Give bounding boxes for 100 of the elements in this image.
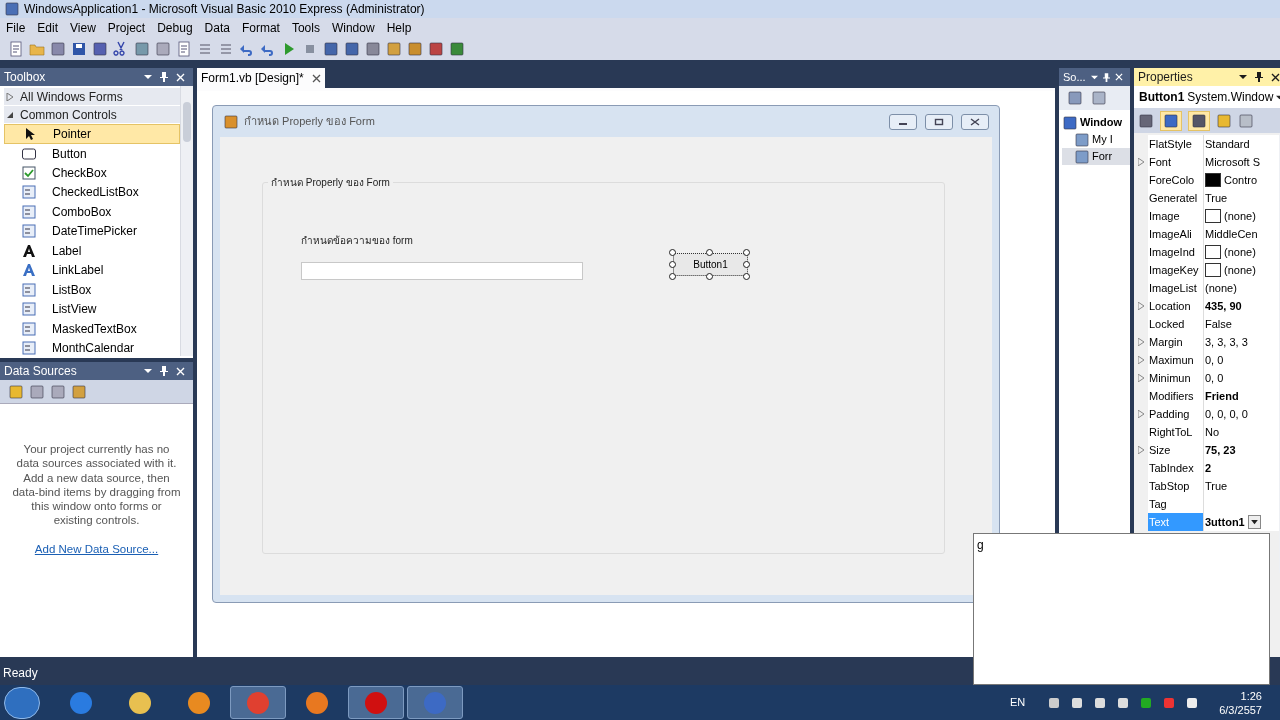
menu-item[interactable]: Tools xyxy=(285,18,326,37)
close-icon[interactable] xyxy=(1271,72,1280,82)
maximize-button[interactable] xyxy=(925,113,953,130)
tray-icon[interactable] xyxy=(1093,695,1108,710)
toolbar-icon[interactable] xyxy=(50,40,66,57)
pin-icon[interactable] xyxy=(160,72,168,82)
control-icon xyxy=(22,282,36,297)
toolbar-icon[interactable] xyxy=(449,40,465,57)
pin-icon[interactable] xyxy=(160,366,168,376)
toolbox-item[interactable]: Button xyxy=(4,143,180,164)
property-value: Microsoft S xyxy=(1205,154,1260,170)
toolbar-icon[interactable] xyxy=(428,40,444,57)
tree-item[interactable]: My I xyxy=(1062,131,1130,148)
property-value: 0, 0 xyxy=(1205,352,1224,368)
checkbox-icon xyxy=(22,166,36,180)
start-button[interactable] xyxy=(4,686,40,719)
tree-item[interactable]: Window xyxy=(1062,114,1130,131)
letter-shape-icon xyxy=(22,243,36,258)
dropdown-icon[interactable] xyxy=(144,73,152,81)
toolbar-icon[interactable] xyxy=(1067,90,1083,106)
property-name: FlatStyle xyxy=(1148,135,1203,153)
close-button[interactable] xyxy=(961,113,989,130)
control-icon xyxy=(22,204,36,219)
property-name: ImageKey xyxy=(1148,261,1203,279)
menu-item[interactable]: View xyxy=(64,18,102,37)
property-value: False xyxy=(1205,316,1232,332)
toolbar-icon[interactable] xyxy=(344,40,360,57)
dropdown-button[interactable] xyxy=(1247,515,1261,529)
property-value: (none) xyxy=(1205,280,1237,296)
toolbar-icon[interactable] xyxy=(323,40,339,57)
expand-icon[interactable] xyxy=(1138,158,1144,166)
resize-handle[interactable] xyxy=(706,249,713,256)
property-name: Font xyxy=(1148,153,1203,171)
toolbox-item[interactable]: MaskedTextBox xyxy=(4,319,180,339)
toolbox-item[interactable]: ListBox xyxy=(4,280,180,300)
expand-icon[interactable] xyxy=(1138,338,1144,346)
add-data-source-link[interactable]: Add New Data Source... xyxy=(34,540,159,559)
menu-item[interactable]: Debug xyxy=(151,18,199,37)
menu-item[interactable]: Help xyxy=(380,18,418,37)
toolbar-icon[interactable] xyxy=(134,40,150,57)
clock[interactable]: 1:26 6/3/2557 xyxy=(1219,688,1262,717)
toolbox-item[interactable]: CheckBox xyxy=(4,163,180,183)
language-indicator[interactable]: EN xyxy=(1009,694,1026,711)
dropdown-icon[interactable] xyxy=(144,367,152,375)
toolbox-item[interactable]: CheckedListBox xyxy=(4,182,180,203)
alphabetical-button[interactable] xyxy=(1160,110,1182,131)
pin-icon[interactable] xyxy=(1102,72,1110,82)
resize-handle[interactable] xyxy=(706,273,713,280)
form-button[interactable]: Button1 xyxy=(673,253,748,276)
toolbox-item[interactable]: MonthCalendar xyxy=(4,338,180,358)
expand-icon[interactable] xyxy=(1138,446,1144,454)
toolbox-item[interactable]: Pointer xyxy=(4,124,180,144)
property-value: True xyxy=(1205,190,1228,206)
toolbar-icon[interactable] xyxy=(92,40,108,57)
dropdown-icon[interactable] xyxy=(1239,73,1248,81)
control-icon xyxy=(22,321,36,336)
property-name: RightToL xyxy=(1148,423,1203,441)
property-value: Standard xyxy=(1205,136,1250,152)
expand-icon[interactable] xyxy=(1138,374,1144,382)
property-value: 3, 3, 3, 3 xyxy=(1205,334,1248,350)
menu-item[interactable]: Format xyxy=(235,18,286,37)
tray-icon[interactable] xyxy=(1185,695,1200,710)
property-value: 75, 23 xyxy=(1205,442,1236,458)
toolbox-item[interactable]: Label xyxy=(4,241,180,261)
toolbar-icon[interactable] xyxy=(365,40,381,57)
menu-item[interactable]: Edit xyxy=(31,18,65,37)
expand-icon[interactable] xyxy=(1138,302,1144,310)
property-name: Locked xyxy=(1148,315,1203,333)
menu-item[interactable]: Window xyxy=(325,18,381,37)
tree-item[interactable]: Forr xyxy=(1062,148,1130,165)
toolbox-group[interactable]: Common Controls xyxy=(4,106,180,124)
scrollbar[interactable] xyxy=(180,86,193,356)
close-icon[interactable] xyxy=(311,73,321,83)
tray-icon[interactable] xyxy=(1047,695,1062,710)
toolbox-item[interactable]: ComboBox xyxy=(4,202,180,222)
toolbox-group[interactable]: All Windows Forms xyxy=(4,88,180,106)
toolbar-icon[interactable] xyxy=(71,40,87,57)
tray-icon[interactable] xyxy=(1070,695,1085,710)
pin-icon[interactable] xyxy=(1255,72,1264,82)
document-tab[interactable]: Form1.vb [Design]* xyxy=(197,68,325,88)
control-icon xyxy=(22,341,36,356)
property-name: Margin xyxy=(1148,333,1203,351)
text-editor-popup[interactable]: g xyxy=(973,533,1270,685)
toolbox-item[interactable]: LinkLabel xyxy=(4,260,180,281)
menu-item[interactable]: File xyxy=(0,18,32,37)
dropdown-icon[interactable] xyxy=(1090,73,1098,81)
property-name: ForeColo xyxy=(1148,171,1203,189)
expand-icon[interactable] xyxy=(1138,410,1144,418)
minimize-button[interactable] xyxy=(889,113,917,130)
properties-button[interactable] xyxy=(1188,110,1210,131)
tray-icon[interactable] xyxy=(1116,695,1131,710)
toolbar-icon[interactable] xyxy=(407,40,423,57)
menu-item[interactable]: Project xyxy=(101,18,152,37)
object-selector[interactable]: Button1 System.Window xyxy=(1134,86,1280,108)
toolbox-item[interactable]: DateTimePicker xyxy=(4,221,180,242)
menu-item[interactable]: Data xyxy=(198,18,236,37)
expand-icon[interactable] xyxy=(1138,356,1144,364)
toolbox-item[interactable]: ListView xyxy=(4,299,180,319)
categorized-icon[interactable] xyxy=(1138,112,1154,129)
panel-title: Data Sources xyxy=(4,363,78,380)
